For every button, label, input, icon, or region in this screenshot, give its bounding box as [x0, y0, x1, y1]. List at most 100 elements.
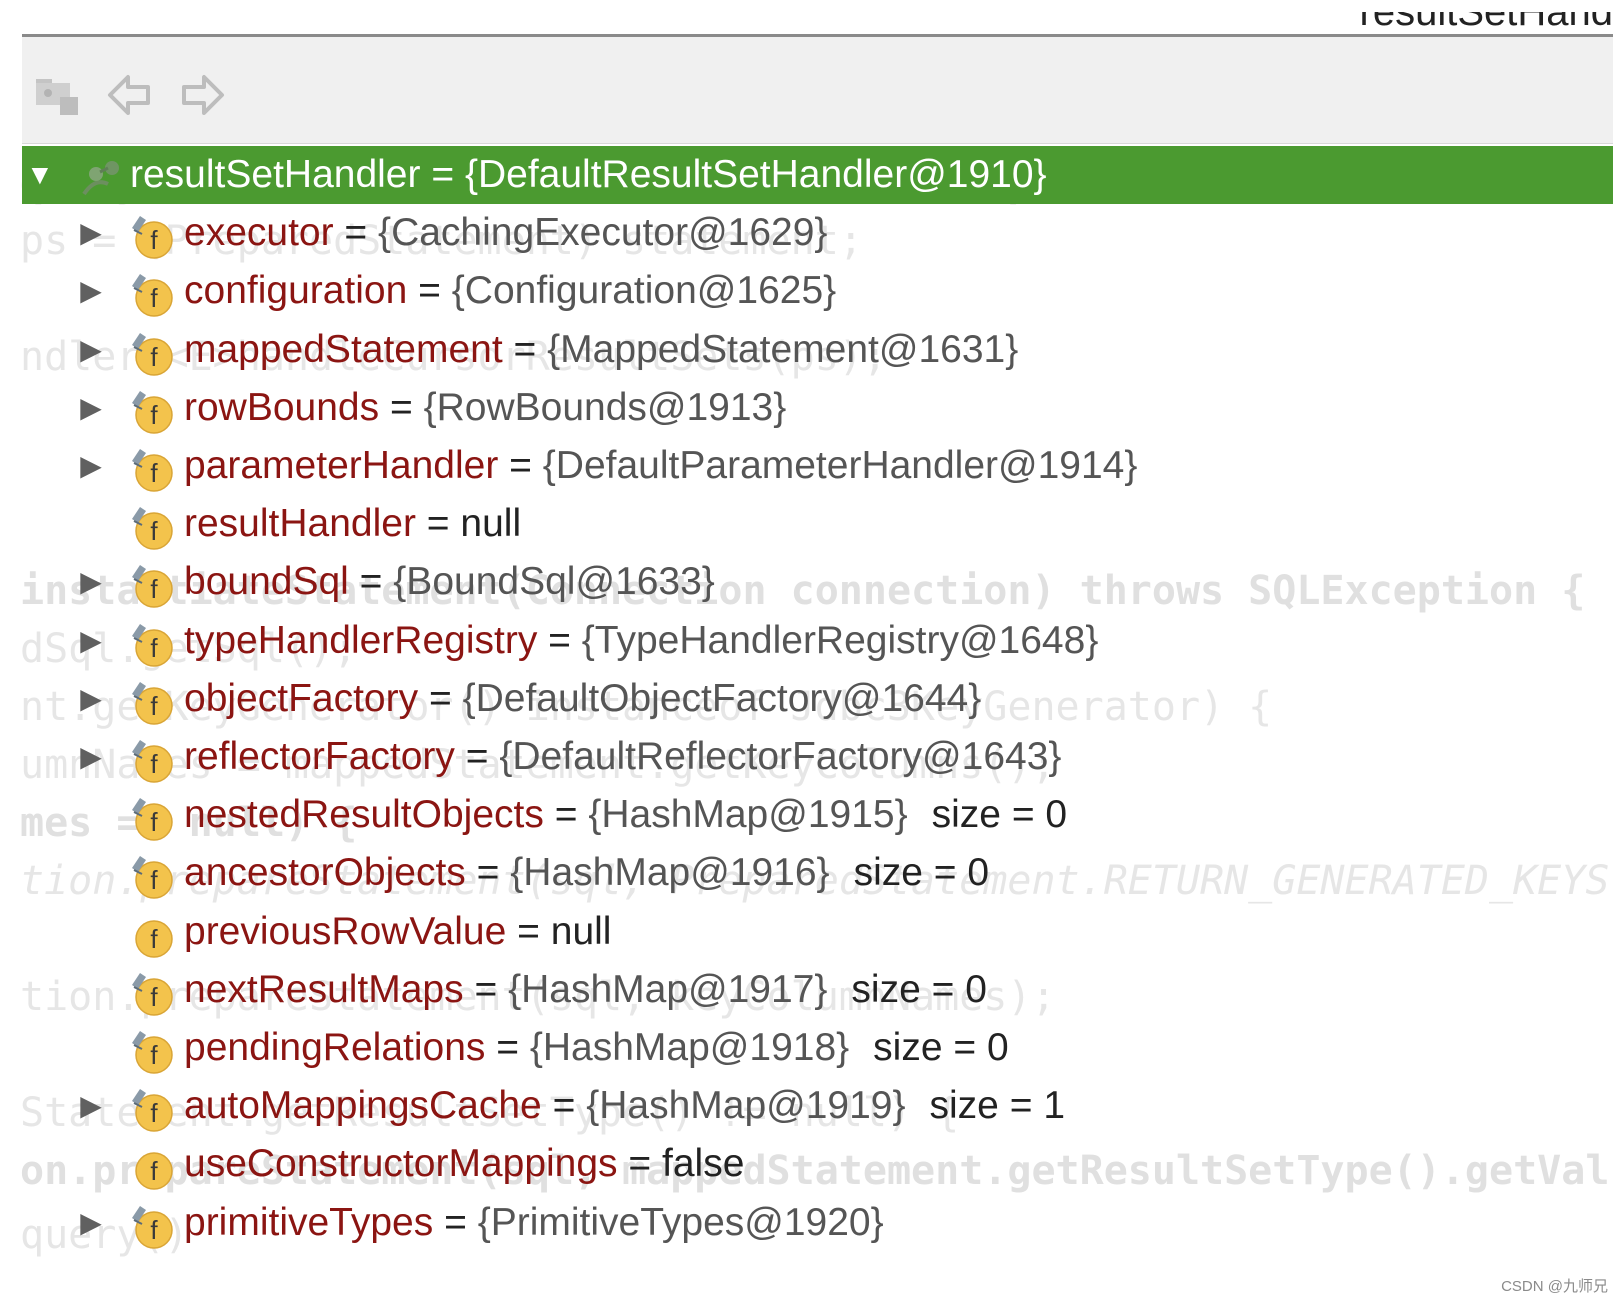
field-name: executor: [184, 211, 334, 254]
field-row[interactable]: f useConstructorMappings = false: [22, 1135, 1613, 1193]
tree-root-row[interactable]: ▼ resultSetHandler = {DefaultResultSetHa…: [22, 146, 1613, 204]
field-icon: f: [132, 274, 173, 317]
equals-sign: =: [537, 619, 582, 662]
field-row[interactable]: ▶ f configuration = {Configuration@1625}: [22, 262, 1613, 320]
back-button[interactable]: [106, 71, 154, 119]
back-arrow-icon: [108, 75, 150, 115]
field-row[interactable]: ▶ f parameterHandler = {DefaultParameterHa…: [22, 437, 1613, 495]
equals-sign: =: [541, 1084, 587, 1127]
svg-text:f: f: [150, 516, 158, 546]
field-icon: f: [132, 333, 173, 376]
field-name: pendingRelations: [184, 1026, 486, 1069]
expand-arrow-icon[interactable]: ▶: [78, 567, 104, 597]
field-label: primitiveTypes = {PrimitiveTypes@1920}: [184, 1200, 884, 1246]
field-name: rowBounds: [184, 386, 380, 429]
field-label: useConstructorMappings = false: [184, 1141, 744, 1187]
field-icon: f: [132, 391, 173, 434]
field-value: {HashMap@1917}: [508, 968, 828, 1011]
field-value: {RowBounds@1913}: [423, 386, 787, 429]
field-icon: f: [135, 1152, 173, 1190]
field-value: {TypeHandlerRegistry@1648}: [581, 619, 1099, 662]
forward-button[interactable]: [178, 71, 226, 119]
field-name: useConstructorMappings: [184, 1142, 618, 1185]
field-label: executor = {CachingExecutor@1629}: [184, 210, 827, 256]
field-row[interactable]: ▶ f objectFactory = {DefaultObjectFactory@…: [22, 670, 1613, 728]
field-name: nextResultMaps: [184, 968, 464, 1011]
field-row[interactable]: ▶ f boundSql = {BoundSql@1633}: [22, 553, 1613, 611]
expand-arrow-icon[interactable]: ▶: [78, 335, 104, 365]
field-label: objectFactory = {DefaultObjectFactory@16…: [184, 676, 981, 722]
equals-sign: =: [407, 269, 452, 312]
field-value: {PrimitiveTypes@1920}: [477, 1201, 884, 1244]
variables-toolbar: [22, 37, 1613, 144]
field-row[interactable]: f ancestorObjects = {HashMap@1916} size = …: [22, 844, 1613, 902]
field-value: {DefaultObjectFactory@1644}: [462, 677, 982, 720]
field-value: {HashMap@1915}: [588, 793, 908, 836]
equals-sign: =: [543, 793, 589, 836]
svg-text:f: f: [150, 1215, 158, 1245]
field-name: configuration: [184, 269, 408, 312]
expand-arrow-icon[interactable]: ▶: [78, 684, 104, 714]
field-size: size = 0: [851, 968, 987, 1011]
field-icon: f: [132, 216, 173, 259]
field-icon: f: [132, 798, 173, 841]
equals-sign: =: [433, 1201, 478, 1244]
field-label: previousRowValue = null: [184, 909, 611, 955]
field-value: {BoundSql@1633}: [393, 560, 715, 603]
field-size: size = 0: [873, 1026, 1009, 1069]
field-row[interactable]: ▶ f autoMappingsCache = {HashMap@1919} size…: [22, 1077, 1613, 1135]
expand-arrow-icon[interactable]: ▶: [78, 626, 104, 656]
expand-arrow-icon[interactable]: ▶: [78, 451, 104, 481]
field-row[interactable]: f previousRowValue = null: [22, 903, 1613, 961]
expand-arrow-icon[interactable]: ▶: [78, 1091, 104, 1121]
expand-arrow-icon[interactable]: ▶: [78, 218, 104, 248]
equals-sign: =: [617, 1142, 663, 1185]
field-row[interactable]: f nestedResultObjects = {HashMap@1915} siz…: [22, 786, 1613, 844]
field-icon: f: [132, 624, 173, 667]
equals-sign: =: [506, 910, 551, 953]
watermark: CSDN @九师兄: [1501, 1278, 1608, 1295]
variable-value: {DefaultResultSetHandler@1910}: [464, 153, 1047, 196]
field-icon: f: [132, 682, 173, 725]
expand-arrow-icon[interactable]: ▶: [78, 1208, 104, 1238]
equals-sign: =: [348, 560, 394, 603]
field-name: objectFactory: [184, 677, 419, 720]
field-row[interactable]: f pendingRelations = {HashMap@1918} size =…: [22, 1019, 1613, 1077]
field-row[interactable]: f nextResultMaps = {HashMap@1917} size = 0: [22, 961, 1613, 1019]
field-row[interactable]: ▶ f mappedStatement = {MappedStatement@163…: [22, 321, 1613, 379]
forward-arrow-icon: [182, 75, 224, 115]
field-row[interactable]: ▶ f typeHandlerRegistry = {TypeHandlerRegi…: [22, 612, 1613, 670]
field-size: size = 0: [931, 793, 1068, 836]
field-name: primitiveTypes: [184, 1201, 434, 1244]
field-label: resultHandler = null: [184, 501, 521, 547]
expand-arrow-icon[interactable]: ▶: [78, 742, 104, 772]
field-name: typeHandlerRegistry: [184, 619, 538, 662]
equals-sign: =: [420, 153, 465, 196]
field-value: {HashMap@1918}: [529, 1026, 850, 1069]
panel-header-title: resultSetHand: [1359, 12, 1613, 34]
field-label: rowBounds = {RowBounds@1913}: [184, 385, 786, 431]
expand-arrow-icon[interactable]: ▶: [78, 393, 104, 423]
folder-button[interactable]: [34, 71, 82, 119]
collapse-arrow-icon[interactable]: ▼: [26, 160, 54, 190]
field-row[interactable]: ▶ f primitiveTypes = {PrimitiveTypes@1920}: [22, 1194, 1613, 1252]
field-row[interactable]: f resultHandler = null: [22, 495, 1613, 553]
field-icon: f: [135, 920, 173, 958]
svg-text:f: f: [150, 225, 158, 255]
field-icon: f: [132, 1206, 173, 1249]
equals-sign: =: [502, 328, 548, 371]
field-row[interactable]: ▶ f reflectorFactory = {DefaultReflectorFa…: [22, 728, 1613, 786]
panel-header: resultSetHand: [22, 12, 1613, 37]
field-size: size = 0: [853, 851, 990, 894]
local-variable-icon: [82, 161, 119, 196]
field-name: ancestorObjects: [184, 851, 466, 894]
field-name: autoMappingsCache: [184, 1084, 542, 1127]
field-name: reflectorFactory: [184, 735, 455, 778]
field-row[interactable]: ▶ f executor = {CachingExecutor@1629}: [22, 204, 1613, 262]
expand-arrow-icon[interactable]: ▶: [78, 276, 104, 306]
field-row[interactable]: ▶ f rowBounds = {RowBounds@1913}: [22, 379, 1613, 437]
svg-text:f: f: [150, 807, 158, 837]
field-literal-value: false: [662, 1142, 745, 1185]
field-size: size = 1: [929, 1084, 1066, 1127]
field-label: boundSql = {BoundSql@1633}: [184, 559, 715, 605]
